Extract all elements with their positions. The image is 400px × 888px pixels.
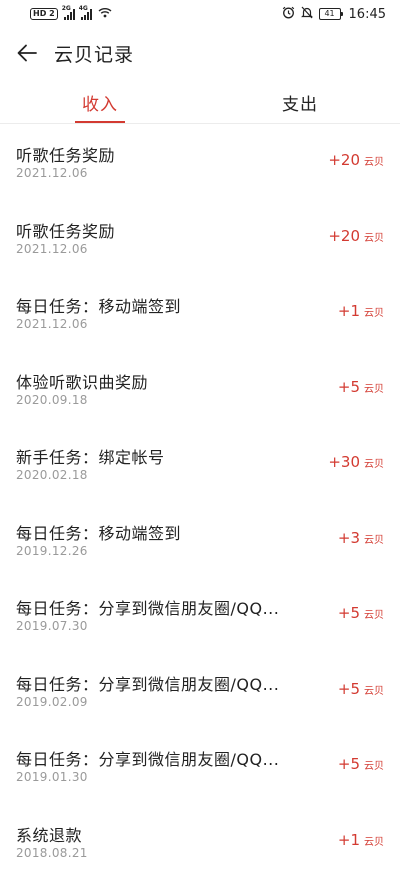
hd-badge-icon: HD 2 bbox=[30, 8, 58, 20]
amount-value: +20 bbox=[328, 226, 360, 245]
record-row[interactable]: 听歌任务奖励 2021.12.06 +20 云贝 bbox=[0, 124, 400, 200]
amount-value: +5 bbox=[337, 679, 360, 698]
record-amount: +5 云贝 bbox=[338, 378, 384, 396]
record-row[interactable]: 每日任务：分享到微信朋友圈/QQ... 2019.01.30 +5 云贝 bbox=[0, 728, 400, 804]
amount-unit: 云贝 bbox=[364, 459, 384, 470]
record-title: 听歌任务奖励 bbox=[16, 221, 116, 241]
record-row[interactable]: 每日任务：移动端签到 2019.12.26 +3 云贝 bbox=[0, 502, 400, 578]
record-amount: +5 云贝 bbox=[338, 680, 384, 698]
tab-expense-label: 支出 bbox=[282, 95, 318, 115]
record-date: 2019.12.26 bbox=[16, 543, 88, 558]
battery-icon: 41 bbox=[318, 8, 343, 20]
wifi-icon bbox=[98, 7, 112, 21]
record-title: 每日任务：移动端签到 bbox=[16, 297, 182, 316]
hd-label: HD bbox=[33, 9, 47, 18]
record-amount: +3 云贝 bbox=[338, 529, 384, 547]
record-amount: +5 云贝 bbox=[338, 604, 384, 622]
hd-num: 2 bbox=[49, 9, 55, 18]
tab-income-label: 收入 bbox=[82, 95, 118, 115]
tab-bar: 收入 支出 bbox=[0, 82, 400, 124]
back-button[interactable] bbox=[12, 38, 42, 68]
amount-unit: 云贝 bbox=[364, 308, 384, 319]
record-date: 2020.09.18 bbox=[16, 392, 88, 407]
amount-value: +5 bbox=[337, 604, 360, 622]
record-row[interactable]: 听歌任务奖励 2021.12.06 +20 云贝 bbox=[0, 200, 400, 276]
record-title: 每日任务：分享到微信朋友圈/QQ... bbox=[16, 674, 280, 694]
record-date: 2021.12.06 bbox=[16, 317, 88, 331]
signal-tag-2: 4G bbox=[78, 4, 88, 12]
record-title: 听歌任务奖励 bbox=[16, 146, 116, 165]
clock-time: 16:45 bbox=[348, 6, 386, 22]
record-row[interactable]: 每日任务：分享到微信朋友圈/QQ... 2019.02.09 +5 云贝 bbox=[0, 653, 400, 729]
record-row[interactable]: 新手任务：绑定帐号 2020.02.18 +30 云贝 bbox=[0, 426, 400, 502]
amount-value: +20 bbox=[328, 151, 360, 169]
record-title: 每日任务：分享到微信朋友圈/QQ... bbox=[16, 750, 280, 769]
cell-signal-icon-2: 4G bbox=[79, 5, 92, 20]
record-amount: +20 云贝 bbox=[328, 227, 384, 245]
record-title: 新手任务：绑定帐号 bbox=[16, 448, 165, 467]
amount-unit: 云贝 bbox=[364, 157, 384, 168]
record-amount: +1 云贝 bbox=[338, 831, 384, 849]
amount-value: +3 bbox=[337, 528, 360, 547]
page-title: 云贝记录 bbox=[54, 43, 135, 66]
amount-value: +1 bbox=[337, 830, 360, 849]
record-amount: +5 云贝 bbox=[338, 755, 384, 773]
amount-value: +5 bbox=[337, 377, 360, 396]
back-arrow-icon bbox=[17, 44, 37, 62]
status-bar: HD 2 2G 4G 41 16:45 bbox=[0, 0, 400, 28]
record-row[interactable]: 每日任务：分享到微信朋友圈/QQ... 2019.07.30 +5 云贝 bbox=[0, 577, 400, 653]
record-title: 每日任务：分享到微信朋友圈/QQ... bbox=[16, 599, 280, 618]
record-date: 2019.07.30 bbox=[16, 619, 88, 633]
record-date: 2019.01.30 bbox=[16, 770, 88, 784]
amount-unit: 云贝 bbox=[364, 836, 384, 848]
amount-value: +30 bbox=[328, 453, 360, 471]
amount-unit: 云贝 bbox=[364, 232, 384, 244]
mute-bell-icon bbox=[300, 6, 313, 22]
app-header: 云贝记录 bbox=[0, 28, 400, 78]
amount-unit: 云贝 bbox=[364, 383, 384, 395]
amount-unit: 云贝 bbox=[364, 610, 384, 621]
amount-unit: 云贝 bbox=[364, 761, 384, 772]
record-title: 系统退款 bbox=[16, 825, 83, 845]
record-date: 2019.02.09 bbox=[16, 694, 88, 709]
cell-signal-icon: 2G bbox=[62, 5, 75, 20]
amount-unit: 云贝 bbox=[364, 685, 384, 697]
tab-expense[interactable]: 支出 bbox=[240, 82, 360, 123]
record-row[interactable]: 体验听歌识曲奖励 2020.09.18 +5 云贝 bbox=[0, 351, 400, 427]
signal-tag-1: 2G bbox=[61, 4, 71, 12]
screen: HD 2 2G 4G 41 16:45 云贝记录 收入 支出 听歌任务奖励 20… bbox=[0, 0, 400, 888]
amount-value: +1 bbox=[337, 302, 360, 320]
tab-income[interactable]: 收入 bbox=[40, 82, 160, 123]
record-row[interactable]: 系统退款 2018.08.21 +1 云贝 bbox=[0, 804, 400, 880]
status-right: 41 16:45 bbox=[282, 6, 386, 22]
record-amount: +1 云贝 bbox=[338, 302, 384, 320]
alarm-icon bbox=[282, 6, 295, 22]
record-title: 体验听歌识曲奖励 bbox=[16, 372, 149, 392]
record-title: 每日任务：移动端签到 bbox=[16, 523, 182, 543]
record-date: 2021.12.06 bbox=[16, 166, 88, 180]
record-date: 2021.12.06 bbox=[16, 241, 88, 256]
record-amount: +30 云贝 bbox=[328, 453, 384, 471]
amount-value: +5 bbox=[337, 755, 360, 773]
status-left: HD 2 2G 4G bbox=[30, 5, 112, 21]
amount-unit: 云贝 bbox=[364, 534, 384, 546]
battery-level: 41 bbox=[324, 9, 335, 18]
record-date: 2018.08.21 bbox=[16, 845, 88, 860]
record-row[interactable]: 每日任务：移动端签到 2021.12.06 +1 云贝 bbox=[0, 275, 400, 351]
record-amount: +20 云贝 bbox=[328, 151, 384, 169]
record-list: 听歌任务奖励 2021.12.06 +20 云贝 听歌任务奖励 2021.12.… bbox=[0, 124, 400, 879]
record-date: 2020.02.18 bbox=[16, 468, 88, 482]
tab-active-indicator bbox=[75, 121, 125, 123]
